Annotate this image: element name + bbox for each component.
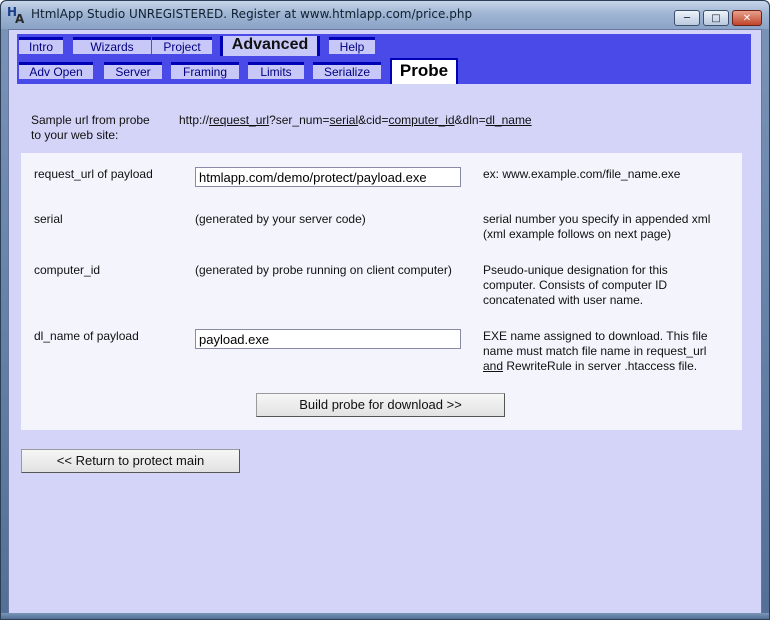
tab-serialize[interactable]: Serialize [313, 62, 381, 79]
computer-id-note: Pseudo-unique designation for this compu… [483, 263, 668, 308]
tab-help[interactable]: Help [329, 37, 375, 54]
tab-wizards[interactable]: Wizards [73, 37, 151, 54]
window-bottom-border [1, 613, 769, 619]
close-icon: ✕ [742, 12, 752, 24]
dl-name-label: dl_name of payload [34, 329, 139, 343]
tab-adv-open[interactable]: Adv Open [19, 62, 93, 79]
dl-name-note-rest: RewriteRule in server .htaccess file. [503, 359, 698, 373]
app-logo-icon: HA [7, 5, 24, 26]
computer-id-label: computer_id [34, 263, 101, 277]
serial-note: serial number you specify in appended xm… [483, 212, 710, 242]
dl-name-input[interactable] [195, 329, 461, 349]
serial-source: (generated by your server code) [195, 212, 366, 226]
url-param-request-url: request_url [209, 113, 270, 127]
tab-project[interactable]: Project [152, 37, 212, 54]
tab-server[interactable]: Server [104, 62, 162, 79]
close-button[interactable]: ✕ [732, 10, 762, 26]
computer-id-source: (generated by probe running on client co… [195, 263, 452, 277]
sample-label-line2: to your web site: [31, 128, 119, 142]
app-window: HA HtmlApp Studio UNREGISTERED. Register… [0, 0, 770, 620]
serial-note-line2: (xml example follows on next page) [483, 227, 672, 241]
sample-url-label: Sample url from probe to your web site: [31, 113, 150, 143]
url-param-serial: serial [329, 113, 359, 127]
title-bar[interactable]: HA HtmlApp Studio UNREGISTERED. Register… [1, 1, 769, 29]
url-prefix: http:// [179, 113, 210, 127]
computer-id-note-line1: Pseudo-unique designation for this [483, 263, 668, 277]
computer-id-note-line2: computer. Consists of computer ID [483, 278, 668, 292]
dl-name-note-line2: name must match file name in request_url [483, 344, 707, 358]
nav-band: Intro Wizards Project Advanced Help Adv … [17, 34, 751, 84]
tab-intro[interactable]: Intro [19, 37, 63, 54]
tab-probe[interactable]: Probe [390, 58, 458, 84]
tab-limits[interactable]: Limits [248, 62, 304, 79]
request-url-label: request_url of payload [34, 167, 153, 181]
maximize-icon: □ [711, 12, 721, 24]
sample-url: http://request_url?ser_num=serial&cid=co… [179, 113, 532, 127]
request-url-input[interactable] [195, 167, 461, 187]
tab-framing[interactable]: Framing [171, 62, 239, 79]
probe-settings-panel: request_url of payload ex: www.example.c… [21, 153, 742, 430]
request-url-note: ex: www.example.com/file_name.exe [483, 167, 681, 181]
window-title: HtmlApp Studio UNREGISTERED. Register at… [31, 7, 473, 21]
return-to-protect-main-button[interactable]: << Return to protect main [21, 449, 240, 473]
url-param-computer-id: computer_id [388, 113, 455, 127]
url-param-dl-name: dl_name [485, 113, 532, 127]
dl-name-note-line1: EXE name assigned to download. This file [483, 329, 708, 343]
url-sep-2: &cid= [358, 113, 389, 127]
url-sep-1: ?ser_num= [269, 113, 330, 127]
client-area: Intro Wizards Project Advanced Help Adv … [8, 29, 762, 614]
dl-name-note: EXE name assigned to download. This file… [483, 329, 708, 374]
url-sep-3: &dln= [454, 113, 486, 127]
minimize-icon: ─ [683, 12, 691, 24]
sample-label-line1: Sample url from probe [31, 113, 150, 127]
maximize-button[interactable]: □ [703, 10, 729, 26]
serial-label: serial [34, 212, 63, 226]
dl-name-note-and: and [483, 359, 504, 373]
tab-advanced[interactable]: Advanced [220, 36, 320, 56]
serial-note-line1: serial number you specify in appended xm… [483, 212, 711, 226]
computer-id-note-line3: concatenated with user name. [483, 293, 644, 307]
dl-name-note-line3: and RewriteRule in server .htaccess file… [483, 359, 708, 374]
build-probe-button[interactable]: Build probe for download >> [256, 393, 505, 417]
minimize-button[interactable]: ─ [674, 10, 700, 26]
